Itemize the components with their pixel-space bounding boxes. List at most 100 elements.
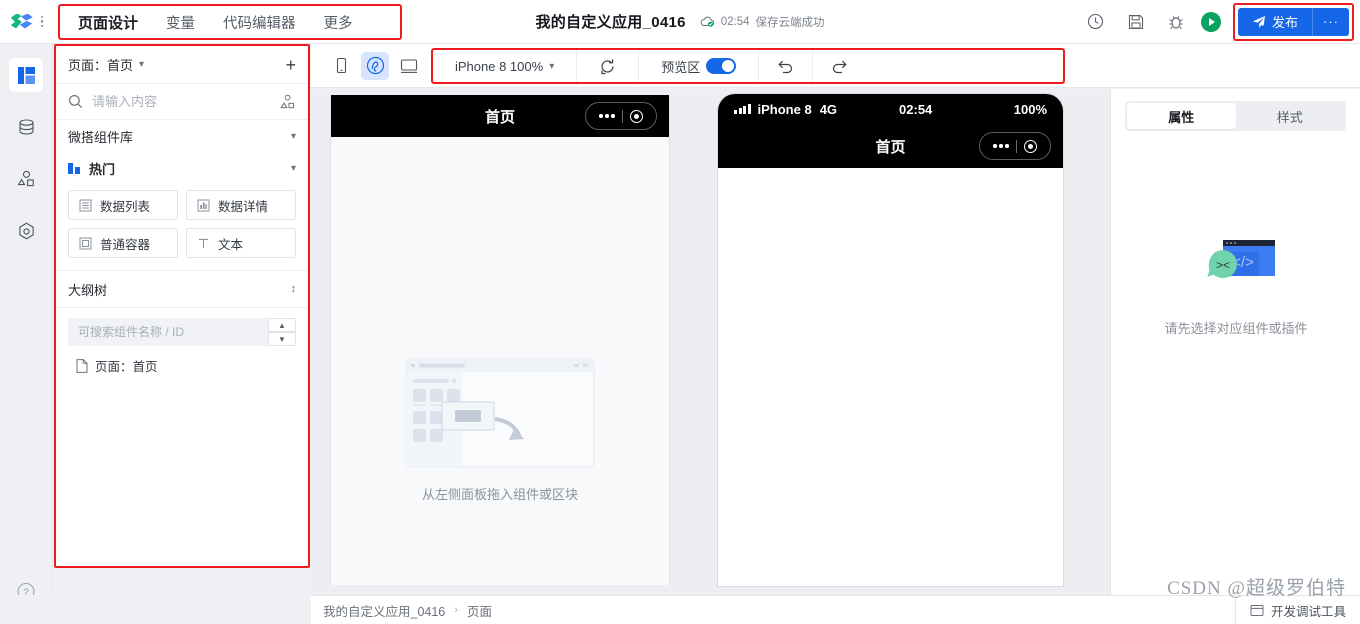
editor-stage[interactable]: 首页 从左侧面板拖入组件或区块 [330, 95, 670, 585]
app-root: 页面设计 变量 代码编辑器 更多 我的自定义应用_0416 02:54 保存云端… [0, 0, 1360, 624]
device-mode-group [311, 51, 423, 80]
components-icon [17, 170, 34, 186]
undo-button[interactable] [759, 50, 814, 82]
app-title: 我的自定义应用_0416 [535, 14, 686, 31]
tree-item-home-page[interactable]: 页面：首页 [56, 346, 308, 375]
rail-item-plugin[interactable] [9, 214, 43, 248]
app-menu-dots-icon[interactable] [39, 15, 44, 28]
toolbar-highlight: iPhone 8 100% ▾ 预览区 [431, 48, 1065, 84]
desktop-icon[interactable] [395, 52, 423, 80]
component-search-row [56, 84, 308, 120]
publish-button[interactable]: 发布 [1237, 7, 1312, 36]
component-label: 数据列表 [100, 199, 151, 214]
breadcrumb-page[interactable]: 页面 [467, 601, 492, 620]
capsule-more-icon [993, 144, 1009, 148]
mobile-icon[interactable] [327, 52, 355, 80]
rail-item-database[interactable] [9, 110, 43, 144]
left-panel: 页面：首页 ▾ + 微搭组件库 ▾ 热门 ▾ 数据列表 数据详情 [54, 44, 310, 568]
file-icon [76, 358, 88, 373]
history-icon[interactable] [1081, 7, 1111, 37]
phone-content-area[interactable] [718, 168, 1063, 586]
page-selector-label: 页面：首页 [68, 58, 134, 73]
sort-toggle-icon[interactable]: ↕ [291, 283, 297, 295]
component-container[interactable]: 普通容器 [68, 228, 178, 258]
shapes-icon[interactable] [280, 94, 296, 110]
refresh-icon [601, 58, 614, 74]
undo-icon [778, 60, 793, 73]
watermark: CSDN @超级罗伯特 [1167, 578, 1346, 599]
save-status-text: 保存云端成功 [755, 16, 825, 29]
chart-icon [197, 199, 210, 212]
menu-item-more[interactable]: 更多 [324, 12, 353, 33]
component-data-detail[interactable]: 数据详情 [186, 190, 296, 220]
svg-text:><: >< [1216, 258, 1230, 272]
tab-properties[interactable]: 属性 [1127, 103, 1236, 129]
preview-area-toggle[interactable] [706, 58, 737, 74]
drop-zone[interactable]: 从左侧面板拖入组件或区块 [402, 357, 598, 503]
main-menu-highlight: 页面设计 变量 代码编辑器 更多 [58, 4, 402, 40]
container-icon [79, 237, 92, 250]
devtools-icon [1250, 604, 1264, 616]
component-library-title: 微搭组件库 [68, 129, 134, 145]
component-library-header[interactable]: 微搭组件库 ▾ [56, 120, 308, 152]
component-label: 文本 [218, 237, 244, 252]
search-icon [68, 94, 83, 109]
outline-tree-title: 大纲树 [68, 282, 108, 298]
properties-tabs: 属性 样式 [1125, 101, 1346, 131]
layout-panel-icon [17, 66, 35, 84]
chevron-down-icon: ▾ [290, 130, 296, 142]
tree-step-buttons: ▲ ▼ [268, 318, 296, 346]
component-data-list[interactable]: 数据列表 [68, 190, 178, 220]
phone-preview[interactable]: iPhone 8 4G 02:54 100% 首页 [717, 93, 1064, 587]
device-select[interactable]: iPhone 8 100% ▾ [433, 50, 578, 82]
menu-item-code-editor[interactable]: 代码编辑器 [223, 12, 296, 33]
logo-area[interactable] [0, 0, 54, 44]
stage-nav-title: 首页 [484, 108, 515, 126]
phone-battery: 100% [1013, 101, 1047, 117]
hot-group-icon [68, 162, 80, 174]
signal-icon [734, 104, 751, 114]
empty-state-illustration: </> >< [1181, 234, 1291, 304]
chevron-down-icon: ▾ [549, 60, 555, 72]
bug-icon[interactable] [1161, 7, 1191, 37]
publish-more-button[interactable]: ··· [1312, 7, 1349, 36]
cloud-upload-icon [700, 16, 715, 28]
phone-status-bar: iPhone 8 4G 02:54 100% [718, 94, 1063, 124]
menu-item-variables[interactable]: 变量 [166, 12, 195, 33]
page-selector-row[interactable]: 页面：首页 ▾ + [56, 46, 308, 84]
save-icon[interactable] [1121, 7, 1151, 37]
rail-footer-filler [0, 595, 54, 624]
wechat-capsule [585, 102, 657, 130]
hot-group-header[interactable]: 热门 ▾ [56, 152, 308, 184]
component-text[interactable]: 文本 [186, 228, 296, 258]
add-page-button[interactable]: + [285, 56, 296, 74]
search-input[interactable] [92, 94, 271, 109]
tree-prev-button[interactable]: ▲ [268, 318, 296, 332]
menu-item-page-design[interactable]: 页面设计 [78, 12, 138, 33]
send-icon [1252, 15, 1265, 28]
phone-carrier: iPhone 8 [757, 101, 812, 117]
outline-tree-header[interactable]: 大纲树 ↕ [56, 270, 308, 308]
component-grid: 数据列表 数据详情 普通容器 文本 [56, 184, 308, 270]
tab-styles[interactable]: 样式 [1236, 103, 1345, 129]
publish-highlight: 发布 ··· [1232, 2, 1354, 41]
component-label: 数据详情 [218, 199, 269, 214]
breadcrumb-app[interactable]: 我的自定义应用_0416 [323, 601, 445, 620]
refresh-button[interactable] [577, 50, 640, 82]
preview-area-toggle-cell[interactable]: 预览区 [639, 50, 760, 82]
rail-item-components[interactable] [9, 162, 43, 196]
cloudbase-logo-icon [10, 13, 35, 31]
chevron-down-icon: ▾ [290, 162, 296, 174]
redo-button[interactable] [813, 50, 866, 82]
capsule-more-icon [599, 114, 615, 118]
text-icon [197, 237, 210, 250]
tree-search-input[interactable] [78, 325, 286, 339]
chevron-down-icon: ▾ [139, 59, 145, 70]
tree-next-button[interactable]: ▼ [268, 332, 296, 346]
miniprogram-icon[interactable] [361, 51, 389, 80]
header-actions: 发布 ··· [1081, 0, 1360, 43]
redo-icon [833, 60, 847, 73]
rail-item-layout[interactable] [9, 58, 43, 92]
preview-play-button[interactable] [1200, 11, 1221, 32]
canvas-toolbar: iPhone 8 100% ▾ 预览区 [311, 44, 1360, 88]
